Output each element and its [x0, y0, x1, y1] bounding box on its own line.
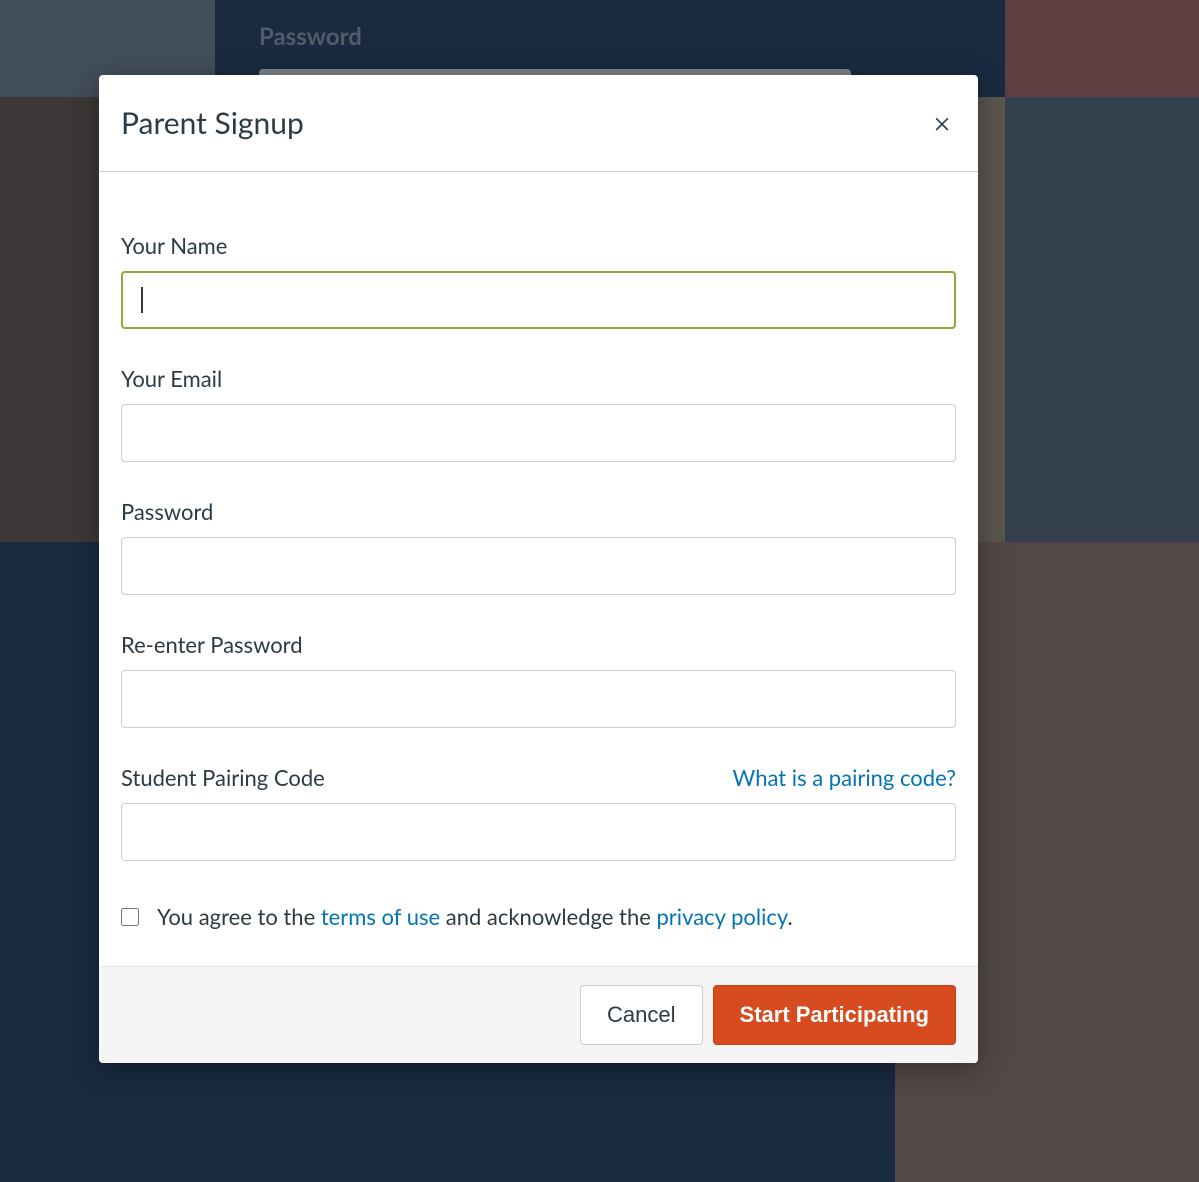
password-confirm-label: Re-enter Password [121, 631, 303, 658]
pairing-code-label: Student Pairing Code [121, 764, 325, 791]
pairing-code-help-link[interactable]: What is a pairing code? [733, 764, 956, 791]
terms-text: You agree to the terms of use and acknow… [157, 903, 793, 930]
name-field-group: Your Name [121, 232, 956, 329]
password-field-group: Password [121, 498, 956, 595]
password-input[interactable] [121, 537, 956, 595]
password-confirm-field-group: Re-enter Password [121, 631, 956, 728]
privacy-policy-link[interactable]: privacy policy [656, 903, 787, 930]
parent-signup-modal: Parent Signup Your Name Your Email [99, 75, 978, 1063]
email-field-group: Your Email [121, 365, 956, 462]
start-participating-button[interactable]: Start Participating [713, 985, 956, 1045]
pairing-code-input[interactable] [121, 803, 956, 861]
close-button[interactable] [928, 109, 956, 137]
email-input[interactable] [121, 404, 956, 462]
text-caret [141, 287, 143, 313]
modal-header: Parent Signup [99, 75, 978, 172]
email-label: Your Email [121, 365, 222, 392]
terms-of-use-link[interactable]: terms of use [321, 903, 440, 930]
modal-body: Your Name Your Email Password Re-enter P… [99, 172, 978, 966]
name-input[interactable] [121, 271, 956, 329]
terms-row: You agree to the terms of use and acknow… [121, 903, 956, 930]
pairing-code-field-group: Student Pairing Code What is a pairing c… [121, 764, 956, 861]
modal-title: Parent Signup [121, 105, 304, 141]
close-icon [932, 121, 952, 136]
modal-footer: Cancel Start Participating [99, 966, 978, 1063]
name-label: Your Name [121, 232, 227, 259]
password-label: Password [121, 498, 213, 525]
terms-checkbox[interactable] [121, 908, 139, 926]
password-confirm-input[interactable] [121, 670, 956, 728]
cancel-button[interactable]: Cancel [580, 985, 702, 1045]
